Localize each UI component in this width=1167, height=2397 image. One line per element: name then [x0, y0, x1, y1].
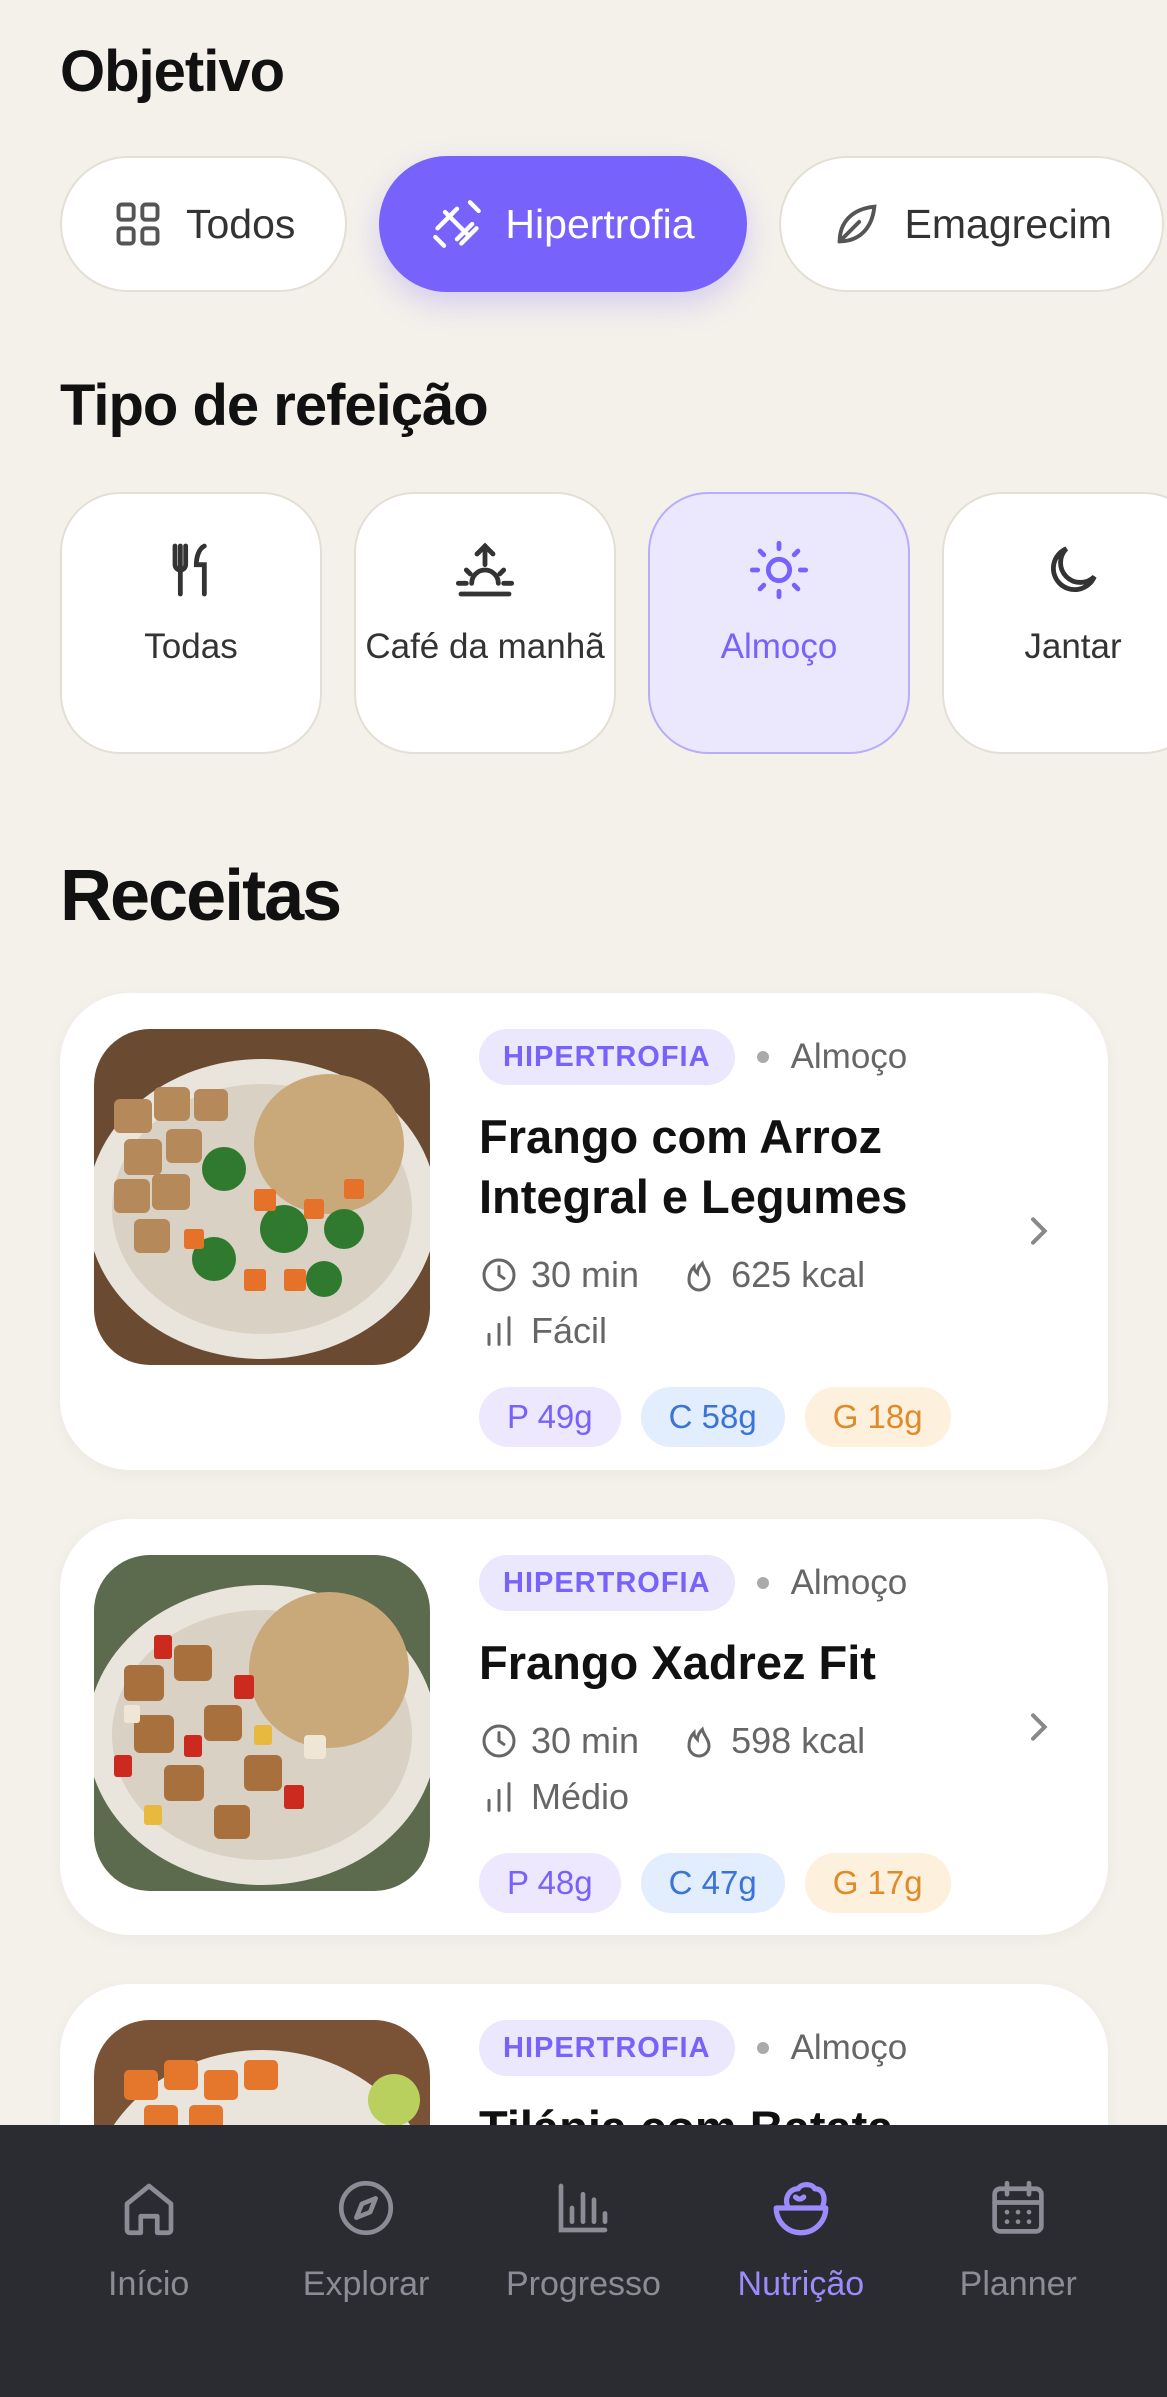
- chip-emagrecimento[interactable]: Emagrecim: [778, 156, 1164, 292]
- meal-type-options: Todas Café da manhã Almoço Jantar: [60, 492, 1167, 754]
- chip-label: Todos: [186, 200, 296, 247]
- calories: 598 kcal: [731, 1720, 866, 1761]
- meal-type-label: Almoço: [790, 2028, 908, 2067]
- difficulty-bars-icon: [487, 1782, 511, 1812]
- goal-tag: HIPERTROFIA: [479, 2020, 735, 2076]
- recipe-image: [94, 1555, 430, 1891]
- bar-chart-icon: [559, 2183, 608, 2233]
- objective-title: Objetivo: [60, 39, 285, 104]
- sun-icon: [749, 540, 809, 600]
- chevron-right-icon[interactable]: [1018, 1707, 1058, 1747]
- protein-badge: P 48g: [479, 1853, 621, 1913]
- calendar-icon: [992, 2180, 1044, 2234]
- chip-label: Hipertrofia: [505, 200, 695, 247]
- difficulty: Médio: [531, 1776, 630, 1817]
- separator-dot: [756, 2042, 769, 2054]
- prep-time: 30 min: [531, 1254, 640, 1295]
- recipe-info: HIPERTROFIA Almoço Frango Xadrez Fit 30 …: [479, 1555, 988, 1913]
- moon-icon: [1051, 546, 1097, 592]
- meal-cafe-da-manha[interactable]: Café da manhã: [354, 492, 616, 754]
- difficulty-bars-icon: [487, 1316, 511, 1346]
- flame-icon: [687, 1260, 711, 1292]
- separator-dot: [756, 1577, 769, 1589]
- prep-time: 30 min: [531, 1720, 640, 1761]
- recipe-info: HIPERTROFIA Almoço Frango com Arroz Inte…: [479, 1029, 988, 1447]
- utensils-icon: [172, 543, 207, 597]
- difficulty: Fácil: [531, 1310, 608, 1351]
- calories: 625 kcal: [731, 1254, 866, 1295]
- objective-chips: Todos Hipertrofia Emagrecim: [60, 156, 1164, 292]
- leaf-icon: [837, 204, 877, 244]
- nav-label: Progresso: [505, 2265, 661, 2303]
- meal-label: Café da manhã: [365, 627, 605, 666]
- nav-inicio[interactable]: Início: [49, 2125, 249, 2397]
- meal-label: Todas: [144, 627, 238, 666]
- nav-label: Planner: [959, 2265, 1077, 2303]
- chip-todos[interactable]: Todos: [60, 156, 348, 292]
- recipe-card[interactable]: HIPERTROFIA Almoço Frango Xadrez Fit 30 …: [60, 1519, 1108, 1935]
- recipe-card[interactable]: HIPERTROFIA Almoço Frango com Arroz Inte…: [60, 993, 1108, 1470]
- meal-type-label: Almoço: [790, 1037, 908, 1076]
- carbs-badge: C 47g: [640, 1853, 785, 1913]
- recipe-title: Frango Xadrez Fit: [479, 1636, 876, 1689]
- clock-icon: [482, 1724, 516, 1758]
- meal-jantar[interactable]: Jantar: [942, 492, 1167, 754]
- goal-tag: HIPERTROFIA: [479, 1555, 735, 1611]
- meal-label: Almoço: [720, 627, 838, 666]
- meal-label: Jantar: [1024, 627, 1122, 666]
- nav-label: Explorar: [302, 2265, 430, 2303]
- nav-planner[interactable]: Planner: [918, 2125, 1118, 2397]
- grid-icon: [116, 202, 160, 246]
- home-icon: [124, 2183, 174, 2236]
- salad-bowl-icon: [773, 2182, 829, 2236]
- bottom-nav: Início Explorar Progresso Nutrição Plann…: [0, 2125, 1167, 2397]
- chip-hipertrofia[interactable]: Hipertrofia: [379, 156, 747, 292]
- nav-explorar[interactable]: Explorar: [266, 2125, 466, 2397]
- recipe-image: [94, 1029, 430, 1365]
- nav-label: Nutrição: [737, 2265, 865, 2303]
- meal-type-title: Tipo de refeição: [60, 373, 489, 438]
- nav-progresso[interactable]: Progresso: [483, 2125, 683, 2397]
- clock-icon: [482, 1258, 516, 1292]
- protein-badge: P 49g: [479, 1387, 621, 1447]
- recipe-title: Frango com Arroz Integral e Legumes: [479, 1110, 908, 1223]
- sunrise-icon: [455, 542, 515, 597]
- nav-nutricao[interactable]: Nutrição: [701, 2125, 901, 2397]
- goal-tag: HIPERTROFIA: [479, 1029, 735, 1085]
- recipes-title: Receitas: [60, 856, 342, 936]
- meal-todas[interactable]: Todas: [60, 492, 322, 754]
- meal-almoco[interactable]: Almoço: [648, 492, 910, 754]
- chevron-right-icon[interactable]: [1018, 1211, 1058, 1251]
- carbs-badge: C 58g: [640, 1387, 785, 1447]
- chip-label: Emagrecim: [904, 200, 1112, 247]
- fat-badge: G 17g: [804, 1853, 951, 1913]
- separator-dot: [756, 1051, 769, 1063]
- dumbbell-icon: [433, 200, 482, 248]
- nav-label: Início: [108, 2265, 190, 2303]
- flame-icon: [687, 1726, 711, 1758]
- compass-icon: [338, 2180, 394, 2236]
- fat-badge: G 18g: [804, 1387, 951, 1447]
- meal-type-label: Almoço: [790, 1563, 908, 1602]
